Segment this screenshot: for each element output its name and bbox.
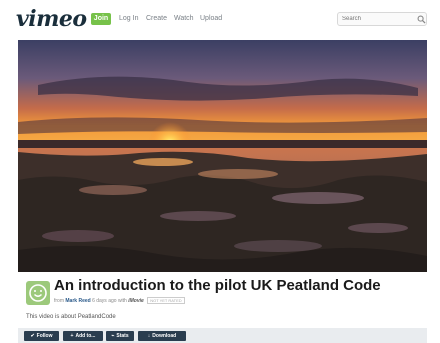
download-icon: ↓ (147, 333, 151, 339)
nav-login-link[interactable]: Log In (119, 14, 138, 24)
search-input[interactable] (342, 13, 414, 25)
video-frame-sunset-peatland (18, 40, 427, 272)
follow-label: Follow (36, 333, 53, 339)
byline-from: from (54, 298, 64, 304)
stats-button[interactable]: ⌁ Stats (106, 331, 134, 341)
nav-create-link[interactable]: Create (146, 14, 167, 24)
video-title: An introduction to the pilot UK Peatland… (54, 277, 381, 294)
add-to-button[interactable]: + Add to... (63, 331, 103, 341)
join-button[interactable]: Join (91, 13, 111, 25)
top-navigation-bar: vimeo Join Log In Create Watch Upload (0, 0, 440, 36)
byline-with: with (117, 298, 127, 304)
uploader-avatar[interactable] (26, 281, 50, 305)
nav-watch-link[interactable]: Watch (174, 14, 194, 24)
app-name: iMovie (128, 298, 144, 304)
smiley-face-icon (29, 284, 47, 302)
download-button[interactable]: ↓ Download (138, 331, 186, 341)
nav-upload-link[interactable]: Upload (200, 14, 222, 24)
stats-label: Stats (116, 333, 129, 339)
add-to-label: Add to... (75, 333, 96, 339)
plus-icon: + (70, 333, 74, 339)
action-bar: ✔ Follow + Add to... ⌁ Stats ↓ Download (18, 328, 427, 343)
search-icon[interactable] (417, 15, 426, 24)
search-box (337, 12, 427, 26)
follow-button[interactable]: ✔ Follow (24, 331, 59, 341)
rating-badge: NOT YET RATED (147, 297, 185, 304)
author-link[interactable]: Mark Reed (65, 298, 90, 304)
vimeo-logo[interactable]: vimeo (16, 6, 87, 32)
byline-time: 6 days ago (92, 298, 117, 304)
video-byline: from Mark Reed 6 days ago with iMovie NO… (54, 297, 185, 305)
video-description: This video is about PeatlandCode (26, 314, 116, 320)
check-icon: ✔ (30, 333, 35, 339)
download-label: Download (152, 333, 177, 339)
video-player[interactable] (18, 40, 427, 272)
stats-icon: ⌁ (111, 333, 115, 339)
